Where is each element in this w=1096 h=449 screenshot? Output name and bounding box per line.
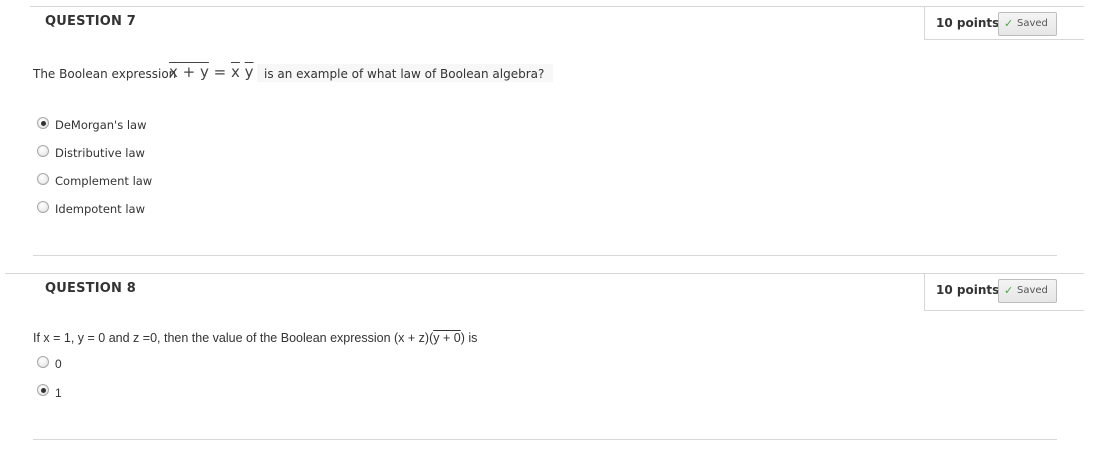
q7-formula-rhs-b: y — [244, 63, 254, 81]
q7-bottom-divider — [33, 255, 1057, 256]
q8-prompt-after: ) is — [460, 331, 478, 345]
q7-formula-eq: = — [213, 63, 227, 81]
q7-option-label-3[interactable]: Complement law — [55, 174, 152, 188]
q8-points: 10 points — [936, 283, 1000, 297]
q8-option-radio-1[interactable] — [37, 356, 49, 368]
q7-option-label-2[interactable]: Distributive law — [55, 146, 145, 160]
q7-option-label-4[interactable]: Idempotent law — [55, 202, 145, 216]
q7-option-radio-4[interactable] — [37, 201, 49, 213]
q7-prompt-before: The Boolean expression — [33, 67, 177, 81]
q7-saved-label: Saved — [1017, 18, 1048, 29]
q8-top-divider — [5, 273, 1084, 274]
q8-saved-badge: ✓ Saved — [998, 279, 1057, 303]
q7-option-radio-1[interactable] — [37, 117, 49, 129]
q7-points: 10 points — [936, 16, 1000, 30]
question-8-title: QUESTION 8 — [45, 281, 137, 296]
q7-option-radio-3[interactable] — [37, 173, 49, 185]
q8-option-radio-2[interactable] — [37, 384, 49, 396]
q8-prompt-before: If x = 1, y = 0 and z =0, then the value… — [33, 331, 434, 345]
q8-prompt: If x = 1, y = 0 and z =0, then the value… — [33, 331, 477, 345]
q7-option-radio-2[interactable] — [37, 145, 49, 157]
q8-prompt-overbar: y + 0 — [433, 331, 461, 345]
q7-saved-badge: ✓ Saved — [998, 12, 1057, 36]
q7-option-label-1[interactable]: DeMorgan's law — [55, 118, 147, 132]
q7-prompt-after: is an example of what law of Boolean alg… — [264, 67, 545, 81]
q7-formula-lhs: x + y — [169, 63, 209, 81]
q7-formula: x + y = x y — [169, 63, 254, 81]
q8-option-label-2[interactable]: 1 — [55, 386, 62, 400]
check-icon: ✓ — [1004, 17, 1014, 30]
q7-formula-rhs-a: x — [231, 63, 240, 81]
check-icon: ✓ — [1004, 284, 1014, 297]
q8-saved-label: Saved — [1017, 285, 1048, 296]
question-7-title: QUESTION 7 — [45, 14, 137, 29]
q8-bottom-divider — [33, 439, 1057, 440]
q8-option-label-1[interactable]: 0 — [55, 357, 62, 371]
